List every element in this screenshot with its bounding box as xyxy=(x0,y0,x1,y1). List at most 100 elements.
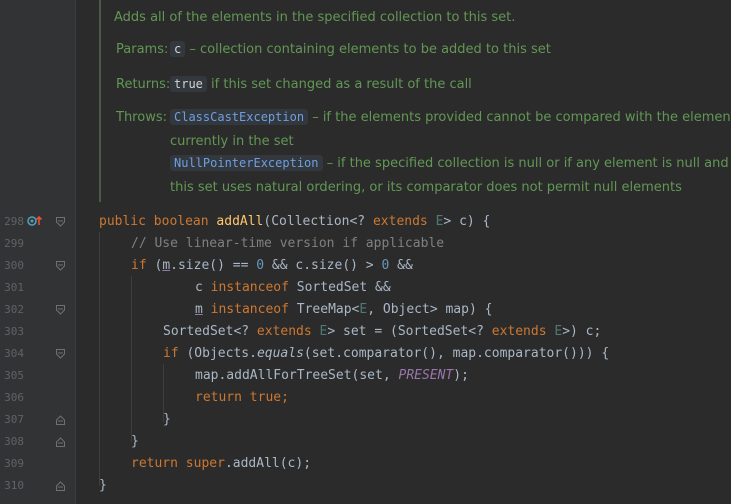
keyword: if xyxy=(131,258,147,273)
code-text: } xyxy=(99,478,107,493)
comment: // Use linear-time version if applicable xyxy=(131,236,445,251)
keyword: if xyxy=(163,346,179,361)
code-line-302: m instanceof TreeMap<E, Object> map) { xyxy=(195,299,492,321)
code-line-307: } xyxy=(163,409,171,431)
code-text: (Objects. xyxy=(178,346,257,361)
doc-throws-1-text: – if the elements provided cannot be com… xyxy=(312,110,731,125)
variable: m xyxy=(162,258,171,273)
code-text: ); xyxy=(453,368,469,383)
fold-open-icon[interactable] xyxy=(56,261,65,271)
fold-close-icon[interactable] xyxy=(56,415,65,425)
doc-returns-code: true xyxy=(170,76,207,92)
method-name: addAll xyxy=(216,214,264,229)
keyword: return xyxy=(195,390,242,405)
fold-open-icon[interactable] xyxy=(56,349,65,359)
doc-summary: Adds all of the elements in the specifie… xyxy=(114,10,516,25)
doc-params: c – collection containing elements to be… xyxy=(170,41,551,57)
line-number: 304 xyxy=(4,347,24,360)
doc-returns-text: if this set changed as a result of the c… xyxy=(211,77,472,92)
keyword: boolean xyxy=(153,214,209,229)
line-number: 302 xyxy=(4,303,24,316)
fold-close-icon[interactable] xyxy=(56,437,65,447)
code-text: .size() == xyxy=(170,258,257,273)
doc-returns: true if this set changed as a result of … xyxy=(170,76,472,92)
override-method-icon[interactable] xyxy=(27,213,43,227)
number: 0 xyxy=(256,258,265,273)
keyword: return xyxy=(131,456,178,471)
code-text: > set = (SortedSet<? xyxy=(327,324,492,339)
variable: m xyxy=(195,302,203,317)
keyword: super xyxy=(185,456,225,471)
code-text: && xyxy=(389,258,413,273)
line-number: 305 xyxy=(4,369,24,382)
fold-open-icon[interactable] xyxy=(56,305,65,315)
code-line-306: return true; xyxy=(195,387,289,409)
code-text: && c.size() > xyxy=(264,258,382,273)
code-line-301: c instanceof SortedSet && xyxy=(195,277,391,299)
keyword: extends xyxy=(491,324,547,339)
code-text: (set.comparator(), map.comparator())) { xyxy=(303,346,610,361)
code-line-305: map.addAllForTreeSet(set, PRESENT); xyxy=(195,365,469,387)
code-line-309: return super.addAll(c); xyxy=(131,453,311,475)
code-text: (Collection<? xyxy=(263,214,373,229)
classcastexception-link[interactable]: ClassCastException xyxy=(170,109,309,125)
code-text: > c) { xyxy=(443,214,491,229)
doc-params-label: Params: xyxy=(116,42,169,57)
line-number: 307 xyxy=(4,413,24,426)
code-line-308: } xyxy=(131,431,139,453)
doc-throws-2-text: – if the specified collection is null or… xyxy=(326,156,729,171)
doc-throws-label: Throws: xyxy=(116,110,167,125)
rendered-javadoc: Adds all of the elements in the specifie… xyxy=(99,0,731,202)
code-line-298: public boolean addAll(Collection<? exten… xyxy=(99,211,490,233)
doc-returns-label: Returns: xyxy=(116,77,171,92)
indent-guide xyxy=(131,276,132,442)
code-text: SortedSet && xyxy=(288,280,391,295)
code-line-300: if (m.size() == 0 && c.size() > 0 && xyxy=(131,255,413,277)
code-text: .addAll(c); xyxy=(224,456,312,471)
line-number: 303 xyxy=(4,325,24,338)
code-text: ; xyxy=(281,390,289,405)
code-line-299: // Use linear-time version if applicable xyxy=(131,233,444,255)
keyword: public xyxy=(99,214,146,229)
nullpointerexception-link[interactable]: NullPointerException xyxy=(170,155,323,171)
keyword: extends xyxy=(372,214,428,229)
code-line-303: SortedSet<? extends E> set = (SortedSet<… xyxy=(163,321,601,343)
line-number: 299 xyxy=(4,237,24,250)
line-number: 309 xyxy=(4,457,24,470)
code-line-310: } xyxy=(99,475,107,497)
static-method: equals xyxy=(256,346,304,361)
line-number: 306 xyxy=(4,391,24,404)
fold-close-icon[interactable] xyxy=(56,481,65,491)
doc-throws-2: NullPointerException – if the specified … xyxy=(170,155,729,171)
indent-guide xyxy=(99,232,100,486)
code-text: >) c; xyxy=(562,324,602,339)
code-text: TreeMap< xyxy=(288,302,360,317)
doc-throws-1: ClassCastException – if the elements pro… xyxy=(170,109,731,125)
keyword: true xyxy=(249,390,282,405)
code-text: ( xyxy=(146,258,163,273)
editor-gutter xyxy=(0,0,75,504)
code-text: SortedSet<? xyxy=(163,324,257,339)
code-text: c xyxy=(195,280,211,295)
code-line-304: if (Objects.equals(set.comparator(), map… xyxy=(163,343,609,365)
keyword: extends xyxy=(256,324,312,339)
line-number: 300 xyxy=(4,259,24,272)
code-text: , Object> map) { xyxy=(367,302,493,317)
line-number: 310 xyxy=(4,479,24,492)
line-number: 308 xyxy=(4,435,24,448)
fold-open-icon[interactable] xyxy=(56,217,65,227)
doc-throws-2-cont: this set uses natural ordering, or its c… xyxy=(170,180,682,195)
doc-params-code: c xyxy=(170,41,186,57)
code-text: } xyxy=(131,434,139,449)
gutter-separator xyxy=(75,0,76,504)
keyword: instanceof xyxy=(210,280,289,295)
doc-params-text: – collection containing elements to be a… xyxy=(189,42,551,57)
static-field: PRESENT xyxy=(398,368,454,383)
code-text: map.addAllForTreeSet(set, xyxy=(195,368,399,383)
line-number: 301 xyxy=(4,281,24,294)
doc-throws-1-cont: currently in the set xyxy=(170,134,294,149)
line-number: 298 xyxy=(4,215,24,228)
keyword: instanceof xyxy=(210,302,289,317)
code-text: } xyxy=(163,412,171,427)
